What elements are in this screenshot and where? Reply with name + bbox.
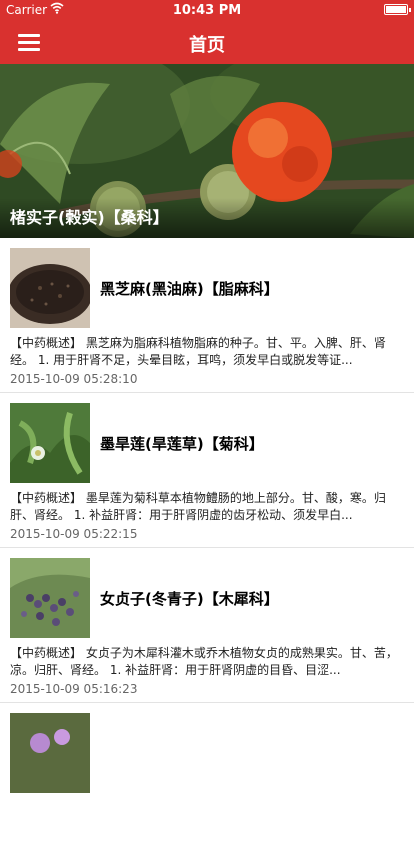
status-bar: Carrier 10:43 PM xyxy=(0,0,414,20)
item-title: 女贞子(冬青子)【木犀科】 xyxy=(100,590,279,608)
item-thumbnail xyxy=(10,558,90,638)
banner-title: 楮实子(榖实)【桑科】 xyxy=(10,208,169,227)
list-item[interactable]: 墨旱莲(旱莲草)【菊科】 【中药概述】 墨旱莲为菊科草本植物鳢肠的地上部分。甘、… xyxy=(0,393,414,548)
item-title: 黑芝麻(黑油麻)【脂麻科】 xyxy=(100,280,279,298)
item-thumbnail xyxy=(10,403,90,483)
list-item[interactable]: 黑芝麻(黑油麻)【脂麻科】 【中药概述】 黑芝麻为脂麻科植物脂麻的种子。甘、平。… xyxy=(0,238,414,393)
status-time: 10:43 PM xyxy=(172,3,242,18)
item-thumbnail xyxy=(10,713,90,793)
battery-icon xyxy=(384,4,411,15)
item-summary: 【中药概述】 黑芝麻为脂麻科植物脂麻的种子。甘、平。入脾、肝、肾经。 1. 用于… xyxy=(10,336,386,367)
featured-banner[interactable]: 楮实子(榖实)【桑科】 xyxy=(0,64,414,238)
nav-bar: 首页 xyxy=(0,20,414,64)
item-title: 墨旱莲(旱莲草)【菊科】 xyxy=(100,435,264,453)
page-title: 首页 xyxy=(189,35,225,56)
item-summary: 【中药概述】 女贞子为木犀科灌木或乔木植物女贞的成熟果实。甘、苦，凉。归肝、肾经… xyxy=(10,646,398,677)
item-date: 2015-10-09 05:22:15 xyxy=(10,527,138,541)
item-thumbnail xyxy=(10,248,90,328)
item-date: 2015-10-09 05:28:10 xyxy=(10,372,138,386)
item-date: 2015-10-09 05:16:23 xyxy=(10,682,138,696)
item-summary: 【中药概述】 墨旱莲为菊科草本植物鳢肠的地上部分。甘、酸，寒。归肝、肾经。 1.… xyxy=(10,491,386,522)
list-item[interactable]: 女贞子(冬青子)【木犀科】 【中药概述】 女贞子为木犀科灌木或乔木植物女贞的成熟… xyxy=(0,548,414,703)
banner-caption: 楮实子(榖实)【桑科】 xyxy=(0,198,414,238)
list-item[interactable] xyxy=(0,703,414,858)
